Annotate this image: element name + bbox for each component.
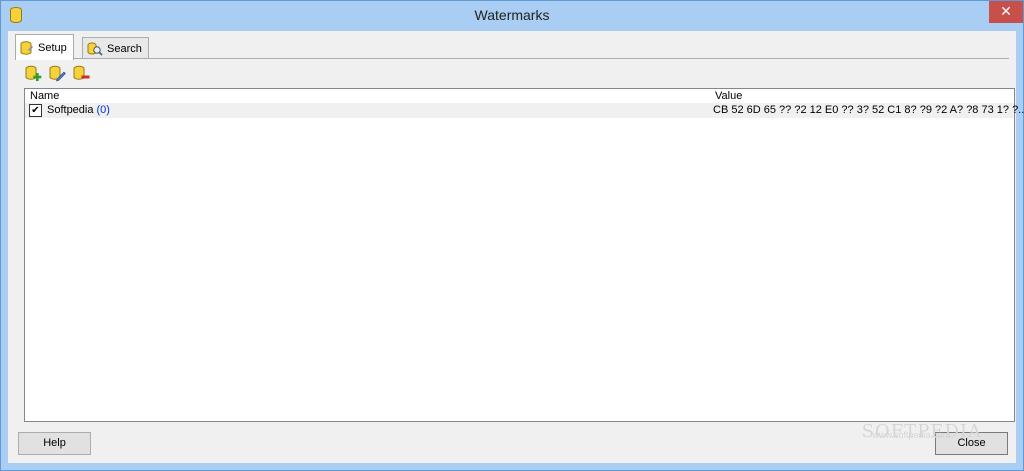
column-header-name[interactable]: Name (30, 90, 59, 102)
column-header-value[interactable]: Value (715, 90, 742, 102)
setup-panel: Name Value ✔ Softpedia (0) CB 52 6D 65 ??… (15, 58, 1024, 456)
tab-search-label: Search (107, 42, 142, 55)
title-bar[interactable]: Watermarks ✕ (1, 1, 1023, 31)
row-name-cell: Softpedia (0) (47, 104, 110, 116)
list-item[interactable]: ✔ Softpedia (0) CB 52 6D 65 ?? ?2 12 E0 ?… (25, 103, 1024, 118)
row-value: CB 52 6D 65 ?? ?2 12 E0 ?? 3? 52 C1 8? ?… (713, 104, 1024, 116)
edit-watermark-button[interactable] (48, 64, 66, 82)
softpedia-watermark-url: www.softpedia.com (872, 430, 950, 440)
window-frame: Watermarks ✕ Setup Search Name Value ✔ S… (0, 0, 1024, 471)
delete-icon (73, 65, 89, 80)
watermark-list[interactable]: Name Value ✔ Softpedia (0) CB 52 6D 65 ??… (24, 88, 1024, 422)
dialog-client: Setup Search Name Value ✔ Softpedia (0) … (8, 31, 1024, 463)
magnifier-icon (87, 42, 103, 56)
edit-icon (49, 65, 66, 81)
row-checkbox[interactable]: ✔ (29, 104, 42, 117)
toolbar (24, 64, 90, 82)
list-header: Name Value (25, 89, 1014, 103)
window-title: Watermarks (474, 7, 550, 23)
add-watermark-button[interactable] (24, 64, 42, 82)
window-close-button[interactable]: ✕ (989, 1, 1023, 23)
tab-setup[interactable]: Setup (15, 34, 74, 60)
row-name: Softpedia (47, 104, 94, 116)
delete-watermark-button[interactable] (72, 64, 90, 82)
database-icon (20, 40, 33, 55)
row-count: (0) (96, 104, 110, 116)
tab-setup-label: Setup (38, 41, 67, 54)
add-icon (25, 65, 41, 81)
tab-search[interactable]: Search (82, 37, 149, 59)
help-button[interactable]: Help (18, 432, 91, 455)
